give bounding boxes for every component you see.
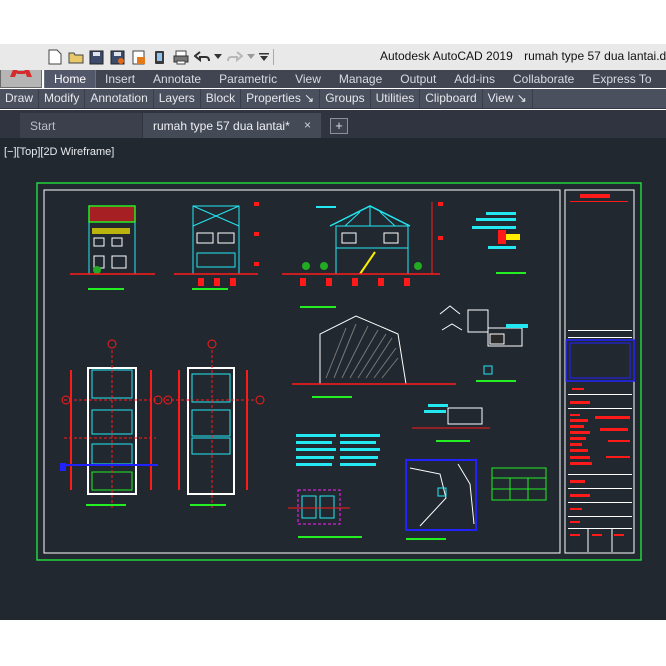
drawing-canvas[interactable]: [−][Top][2D Wireframe] (0, 138, 666, 620)
tab-view[interactable]: View (286, 70, 330, 88)
kitchen-detail-drawing (439, 305, 528, 382)
new-tab-button[interactable]: + (330, 118, 348, 134)
file-tab-drawing-label: rumah type 57 dua lantai* (153, 119, 290, 133)
detail-drawing (472, 212, 526, 274)
undo-icon[interactable] (193, 49, 210, 66)
save-as-icon[interactable] (109, 49, 126, 66)
redo-dropdown-icon[interactable] (247, 49, 255, 66)
save-icon[interactable] (88, 49, 105, 66)
quick-access-toolbar (46, 46, 274, 68)
tab-express-tools[interactable]: Express To (583, 70, 660, 88)
tab-insert[interactable]: Insert (96, 70, 144, 88)
customize-icon[interactable] (259, 49, 269, 66)
undo-dropdown-icon[interactable] (214, 49, 222, 66)
ground-floor-plan-drawing (60, 339, 163, 508)
panel-draw[interactable]: Draw (0, 89, 40, 108)
ribbon-panel-bar: Draw Modify Annotation Layers Block Prop… (0, 89, 666, 109)
tab-home[interactable]: Home (44, 70, 97, 88)
outer-margin (0, 620, 666, 666)
autocad-window: ▼ (0, 0, 666, 666)
save-web-icon[interactable] (151, 49, 168, 66)
plot-icon[interactable] (172, 49, 189, 66)
toolbar-separator (273, 49, 274, 65)
notes-legend (296, 434, 380, 466)
drawing-content (36, 182, 642, 561)
open-icon[interactable] (67, 49, 84, 66)
tab-collaborate[interactable]: Collaborate (504, 70, 583, 88)
title-block-frame (564, 189, 635, 554)
side-elevation-drawing (174, 202, 259, 290)
front-elevation-drawing (70, 205, 155, 290)
tab-output[interactable]: Output (391, 70, 445, 88)
site-plan-drawing (405, 459, 477, 540)
file-tab-bar: Start rumah type 57 dua lantai* × + (0, 110, 666, 138)
panel-properties[interactable]: Properties ↘ (241, 89, 321, 108)
panel-view[interactable]: View ↘ (483, 89, 533, 108)
title-file-name: rumah type 57 dua lantai.dv (524, 49, 666, 63)
file-tab-start-label: Start (30, 119, 56, 133)
viewport-controls[interactable]: [−][Top][2D Wireframe] (4, 146, 114, 158)
panel-groups[interactable]: Groups (320, 89, 371, 108)
file-tab-drawing[interactable]: rumah type 57 dua lantai* × (143, 113, 321, 138)
tab-annotate[interactable]: Annotate (144, 70, 210, 88)
tab-add-ins[interactable]: Add-ins (445, 70, 504, 88)
roof-plan-drawing (292, 315, 456, 398)
title-app-name: Autodesk AutoCAD 2019 (380, 49, 513, 63)
sheet-border (36, 182, 642, 561)
panel-layers[interactable]: Layers (154, 89, 201, 108)
tab-parametric[interactable]: Parametric (210, 70, 286, 88)
septic-tank-drawing (288, 489, 362, 538)
title-block (565, 194, 635, 552)
panel-utilities[interactable]: Utilities (371, 89, 421, 108)
open-web-icon[interactable] (130, 49, 147, 66)
panel-modify[interactable]: Modify (39, 89, 86, 108)
stair-detail-drawing (412, 404, 490, 442)
panel-block[interactable]: Block (201, 89, 242, 108)
panel-annotation[interactable]: Annotation (85, 89, 154, 108)
ribbon-tab-bar: Home Insert Annotate Parametric View Man… (44, 70, 666, 88)
tab-manage[interactable]: Manage (330, 70, 391, 88)
section-drawing (282, 202, 443, 308)
window-title: Autodesk AutoCAD 2019 rumah type 57 dua … (380, 49, 666, 63)
upper-floor-plan-drawing (163, 339, 265, 508)
redo-icon[interactable] (226, 49, 243, 66)
panel-clipboard[interactable]: Clipboard (420, 89, 483, 108)
new-icon[interactable] (46, 49, 63, 66)
file-tab-start[interactable]: Start (20, 113, 142, 138)
site-info-table (491, 467, 547, 501)
close-icon[interactable]: × (304, 118, 311, 132)
